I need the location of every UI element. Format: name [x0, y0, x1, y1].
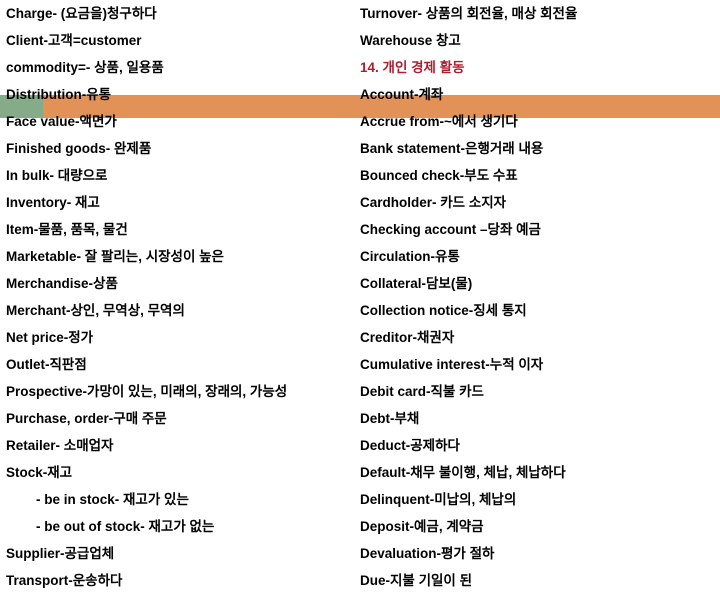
- right-vocabulary-column: Turnover- 상품의 회전율, 매상 회전율 Warehouse 창고 14.…: [360, 0, 718, 594]
- vocabulary-line: Cumulative interest-누적 이자: [360, 357, 544, 372]
- vocabulary-line: Finished goods- 완제품: [6, 141, 152, 156]
- vocabulary-line: Default-채무 불이행, 체납, 체납하다: [360, 465, 566, 480]
- vocabulary-line: Outlet-직판점: [6, 357, 87, 372]
- vocabulary-line: Net price-정가: [6, 330, 94, 345]
- vocabulary-line: Supplier-공급업체: [6, 546, 115, 561]
- vocabulary-line: Client-고객=customer: [6, 33, 142, 48]
- vocabulary-line: Deduct-공제하다: [360, 438, 460, 453]
- left-vocabulary-column: Charge- (요금을)청구하다 Client-고객=customer commo…: [6, 0, 358, 594]
- vocabulary-line: Merchant-상인, 무역상, 무역의: [6, 303, 185, 318]
- vocabulary-line: Cardholder- 카드 소지자: [360, 195, 507, 210]
- vocabulary-line: - be out of stock- 재고가 없는: [36, 519, 215, 534]
- vocabulary-line: Warehouse 창고: [360, 33, 461, 48]
- vocabulary-line: Marketable- 잘 팔리는, 시장성이 높은: [6, 249, 224, 264]
- vocabulary-line: Account-계좌: [360, 87, 444, 102]
- vocabulary-line: - be in stock- 재고가 있는: [36, 492, 189, 507]
- vocabulary-line: Collection notice-징세 통지: [360, 303, 527, 318]
- vocabulary-line: Inventory- 재고: [6, 195, 100, 210]
- vocabulary-line: Face value-액면가: [6, 114, 117, 129]
- vocabulary-line: Collateral-담보(물): [360, 276, 473, 291]
- vocabulary-line: Purchase, order-구매 주문: [6, 411, 167, 426]
- vocabulary-line: Transport-운송하다: [6, 573, 123, 588]
- vocabulary-line: Debt-부채: [360, 411, 420, 426]
- vocabulary-line: Prospective-가망이 있는, 미래의, 장래의, 가능성: [6, 384, 288, 399]
- slide-canvas: Charge- (요금을)청구하다 Client-고객=customer commo…: [0, 0, 720, 588]
- vocabulary-line: Deposit-예금, 계약금: [360, 519, 484, 534]
- vocabulary-line: Turnover- 상품의 회전율, 매상 회전율: [360, 6, 578, 21]
- vocabulary-line: Debit card-직불 카드: [360, 384, 484, 399]
- vocabulary-line: Accrue from-~에서 생기다: [360, 114, 518, 129]
- vocabulary-line: Due-지불 기일이 된: [360, 573, 473, 588]
- vocabulary-line: Bank statement-은행거래 내용: [360, 141, 544, 156]
- vocabulary-line: Distribution-유통: [6, 87, 112, 102]
- vocabulary-line: Retailer- 소매업자: [6, 438, 114, 453]
- vocabulary-line: commodity=- 상품, 일용품: [6, 60, 164, 75]
- vocabulary-line: Delinquent-미납의, 체납의: [360, 492, 517, 507]
- vocabulary-line: Checking account –당좌 예금: [360, 222, 541, 237]
- vocabulary-line: Bounced check-부도 수표: [360, 168, 518, 183]
- vocabulary-line: In bulk- 대량으로: [6, 168, 108, 183]
- vocabulary-line: Merchandise-상품: [6, 276, 118, 291]
- vocabulary-line: Creditor-채권자: [360, 330, 455, 345]
- vocabulary-line: Devaluation-평가 절하: [360, 546, 495, 561]
- vocabulary-line: 14. 개인 경제 활동: [360, 60, 465, 75]
- vocabulary-line: Stock-재고: [6, 465, 73, 480]
- vocabulary-line: Item-물품, 품목, 물건: [6, 222, 128, 237]
- vocabulary-line: Charge- (요금을)청구하다: [6, 6, 157, 21]
- vocabulary-line: Circulation-유통: [360, 249, 460, 264]
